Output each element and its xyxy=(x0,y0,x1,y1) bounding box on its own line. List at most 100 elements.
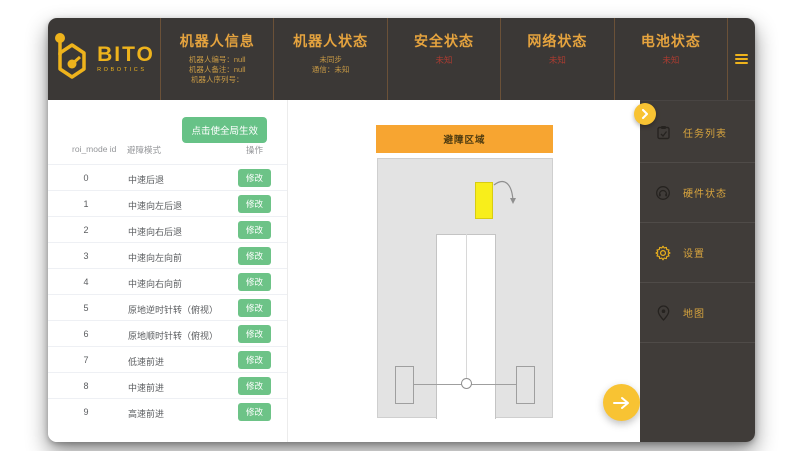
modify-button[interactable]: 修改 xyxy=(238,351,271,369)
robot-footprint-canvas[interactable] xyxy=(377,158,553,418)
logo-sub-text: ROBOTICS xyxy=(97,68,155,74)
roi-mode-id-cell: 5 xyxy=(74,303,98,313)
sidebar-item-label: 设置 xyxy=(683,245,705,260)
mode-name-cell: 中速前进 xyxy=(128,381,164,394)
status-line: 未知 xyxy=(501,55,613,65)
status-section-title: 安全状态 xyxy=(388,31,500,51)
table-row: 8 中速前进 修改 xyxy=(48,372,287,398)
obstacle-zone-banner-label: 避障区域 xyxy=(443,132,485,146)
modify-button[interactable]: 修改 xyxy=(238,377,271,395)
status-line: 机器人序列号： xyxy=(161,75,273,85)
modify-button[interactable]: 修改 xyxy=(238,247,271,265)
modify-button[interactable]: 修改 xyxy=(238,273,271,291)
sidebar-item-3[interactable]: 地图 xyxy=(640,283,755,343)
roi-mode-id-cell: 6 xyxy=(74,329,98,339)
map-pin-icon xyxy=(655,305,671,321)
table-row: 1 中速向左后退 修改 xyxy=(48,190,287,216)
mode-name-cell: 原地逆时针转（俯视） xyxy=(128,303,218,316)
table-row: 3 中速向左向前 修改 xyxy=(48,242,287,268)
modify-button[interactable]: 修改 xyxy=(238,221,271,239)
table-row: 7 低速前进 修改 xyxy=(48,346,287,372)
app-window: BITO ROBOTICS 机器人信息 机器人编号：null机器人备注：null… xyxy=(48,18,755,442)
modify-button[interactable]: 修改 xyxy=(238,325,271,343)
left-wheel-rect xyxy=(395,366,414,404)
mode-name-cell: 中速后退 xyxy=(128,173,164,186)
table-row: 9 高速前进 修改 xyxy=(48,398,287,424)
status-line: 通信：未知 xyxy=(274,65,386,75)
roi-mode-id-cell: 9 xyxy=(74,407,98,417)
table-row: 6 原地顺时针转（俯视） 修改 xyxy=(48,320,287,346)
column-header-mode: 避障模式 xyxy=(127,144,161,156)
roi-mode-id-cell: 2 xyxy=(74,225,98,235)
modify-button[interactable]: 修改 xyxy=(238,403,271,421)
status-line: 未知 xyxy=(615,55,727,65)
gear-icon xyxy=(655,245,671,261)
sidebar-item-0[interactable]: 任务列表 xyxy=(640,103,755,163)
table-column-headers: roi_mode id 避障模式 操作 xyxy=(48,144,287,160)
status-section-lines: 未知 xyxy=(615,55,727,65)
hamburger-menu-icon[interactable] xyxy=(735,52,748,66)
roi-mode-id-cell: 3 xyxy=(74,251,98,261)
roi-mode-id-cell: 0 xyxy=(74,173,98,183)
header-status-section-3[interactable]: 网络状态 未知 xyxy=(500,18,613,100)
main-content: 点击使全局生效 roi_mode id 避障模式 操作 0 中速后退 修改 1 xyxy=(48,100,640,442)
status-line: 机器人备注：null xyxy=(161,65,273,75)
logo-brand-text: BITO xyxy=(97,44,155,65)
status-section-lines: 未知 xyxy=(388,55,500,65)
status-section-lines: 机器人编号：null机器人备注：null机器人序列号： xyxy=(161,55,273,85)
roi-mode-id-cell: 1 xyxy=(74,199,98,209)
robot-centerline xyxy=(466,234,467,384)
center-hub-circle xyxy=(461,378,472,389)
status-line: 未知 xyxy=(388,55,500,65)
arrow-right-icon xyxy=(613,396,630,410)
header-status-section-2[interactable]: 安全状态 未知 xyxy=(387,18,500,100)
sidebar-item-label: 任务列表 xyxy=(683,125,727,140)
sidebar-item-label: 硬件状态 xyxy=(683,185,727,200)
column-header-roi-mode-id: roi_mode id xyxy=(72,144,116,154)
sidebar-item-1[interactable]: 硬件状态 xyxy=(640,163,755,223)
status-section-lines: 未知 xyxy=(501,55,613,65)
hardware-status-icon xyxy=(655,185,671,201)
column-header-actions: 操作 xyxy=(246,144,263,156)
mode-name-cell: 高速前进 xyxy=(128,407,164,420)
status-line: 未同步 xyxy=(274,55,386,65)
chevron-right-icon xyxy=(641,109,649,119)
modify-button[interactable]: 修改 xyxy=(238,195,271,213)
apply-global-button[interactable]: 点击使全局生效 xyxy=(182,117,267,143)
top-header: BITO ROBOTICS 机器人信息 机器人编号：null机器人备注：null… xyxy=(48,18,755,100)
header-status-section-0[interactable]: 机器人信息 机器人编号：null机器人备注：null机器人序列号： xyxy=(160,18,273,100)
modify-button[interactable]: 修改 xyxy=(238,169,271,187)
header-status-section-4[interactable]: 电池状态 未知 xyxy=(614,18,727,100)
bito-logo-icon xyxy=(53,31,93,88)
right-sidebar: 任务列表 硬件状态 设置 地图 xyxy=(640,100,755,442)
sidebar-collapse-button[interactable] xyxy=(634,103,656,125)
status-section-title: 网络状态 xyxy=(501,31,613,51)
table-row: 2 中速向右后退 修改 xyxy=(48,216,287,242)
mode-name-cell: 原地顺时针转（俯视） xyxy=(128,329,218,342)
mode-name-cell: 中速向右后退 xyxy=(128,225,182,238)
sidebar-item-label: 地图 xyxy=(683,305,705,320)
modify-button[interactable]: 修改 xyxy=(238,299,271,317)
table-row: 4 中速向右向前 修改 xyxy=(48,268,287,294)
header-menu-section xyxy=(727,18,755,100)
rotation-arrow-icon xyxy=(490,175,524,211)
mode-name-cell: 低速前进 xyxy=(128,355,164,368)
mode-name-cell: 中速向左向前 xyxy=(128,251,182,264)
roi-mode-id-cell: 8 xyxy=(74,381,98,391)
roi-table-body: 0 中速后退 修改 1 中速向左后退 修改 2 中速向右后退 修改 xyxy=(48,164,287,424)
status-section-title: 机器人状态 xyxy=(274,31,386,51)
sidebar-item-2[interactable]: 设置 xyxy=(640,223,755,283)
status-section-title: 电池状态 xyxy=(615,31,727,51)
status-line: 机器人编号：null xyxy=(161,55,273,65)
mode-name-cell: 中速向左后退 xyxy=(128,199,182,212)
table-row: 0 中速后退 修改 xyxy=(48,164,287,190)
task-list-icon xyxy=(655,125,671,141)
right-wheel-rect xyxy=(516,366,535,404)
next-fab-button[interactable] xyxy=(603,384,640,421)
header-status-section-1[interactable]: 机器人状态 未同步通信：未知 xyxy=(273,18,386,100)
logo: BITO ROBOTICS xyxy=(48,18,160,100)
roi-mode-table-panel: 点击使全局生效 roi_mode id 避障模式 操作 0 中速后退 修改 1 xyxy=(48,100,288,442)
obstacle-zone-banner: 避障区域 xyxy=(376,125,553,153)
status-section-title: 机器人信息 xyxy=(161,31,273,51)
mode-name-cell: 中速向右向前 xyxy=(128,277,182,290)
